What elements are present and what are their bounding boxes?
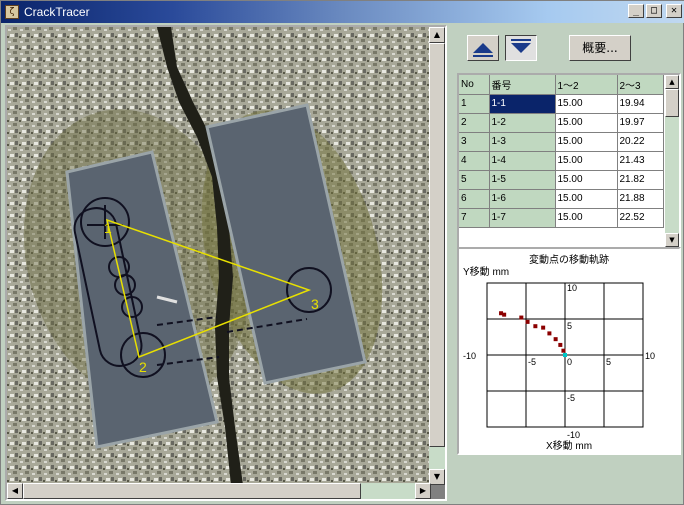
table-row[interactable]: 7 1-7 15.00 22.52 [459, 208, 664, 228]
row-number: 1 [459, 94, 490, 114]
trajectory-point [547, 331, 552, 336]
y-tick-label: -10 [567, 430, 580, 440]
scroll-up-arrow-icon[interactable]: ▲ [429, 27, 445, 43]
table-cell[interactable]: 15.00 [555, 94, 618, 114]
x-tick-label: 10 [645, 351, 655, 361]
app-icon[interactable]: ζ [5, 5, 19, 19]
table-cell[interactable]: 22.52 [617, 208, 664, 228]
table-cell[interactable]: 15.00 [555, 132, 618, 152]
table-cell[interactable]: 1-1 [489, 94, 556, 114]
trajectory-point [558, 342, 563, 347]
marker-label: 3 [311, 296, 319, 312]
plot-area: -10 -5 0 5 10 10 5 -5 -10 [463, 282, 655, 440]
x-tick-label: -5 [528, 357, 536, 367]
x-tick-label: -10 [463, 351, 476, 361]
chart-title: 変動点の移動軌跡 [529, 253, 609, 266]
up-triangle-icon [473, 43, 493, 57]
table-cell[interactable]: 15.00 [555, 208, 618, 228]
maximize-button[interactable]: □ [646, 4, 662, 18]
row-number: 3 [459, 132, 490, 152]
table-row[interactable]: 4 1-4 15.00 21.43 [459, 151, 664, 171]
down-triangle-icon [511, 39, 531, 53]
table-cell[interactable]: 20.22 [617, 132, 664, 152]
trajectory-point [525, 319, 530, 324]
image-vertical-scrollbar[interactable]: ▲ ▼ [429, 27, 445, 485]
row-number: 4 [459, 151, 490, 171]
x-axis-label: X移動 mm [546, 439, 592, 452]
scroll-thumb[interactable] [23, 483, 361, 499]
scroll-thumb[interactable] [665, 89, 679, 117]
trajectory-point [541, 325, 546, 330]
table-cell[interactable]: 19.94 [617, 94, 664, 114]
scroll-up-arrow-icon[interactable]: ▲ [665, 75, 679, 89]
table-cell[interactable]: 21.43 [617, 151, 664, 171]
y-tick-label: 5 [567, 321, 572, 331]
row-number: 2 [459, 113, 490, 133]
column-header[interactable]: No [459, 75, 490, 95]
column-header[interactable]: 2〜3 [617, 75, 664, 95]
side-panel: 概要... No 番号 1〜2 2〜3 1 1-1 15.00 19.94 2 … [453, 25, 683, 503]
crack-photo[interactable]: 1 2 3 [7, 27, 431, 485]
table-cell[interactable]: 15.00 [555, 170, 618, 190]
crack-photo-graphic: 1 2 3 [7, 27, 431, 485]
table-cell[interactable]: 1-3 [489, 132, 556, 152]
title-bar[interactable]: ζ CrackTracer _ □ ✕ [1, 1, 684, 23]
table-row[interactable]: 3 1-3 15.00 20.22 [459, 132, 664, 152]
image-pane: 1 2 3 ▲ ▼ ◀ ▶ [5, 25, 447, 501]
image-horizontal-scrollbar[interactable]: ◀ ▶ [7, 483, 431, 499]
previous-button[interactable] [467, 35, 499, 61]
scroll-left-arrow-icon[interactable]: ◀ [7, 483, 23, 499]
marker-label: 2 [139, 359, 147, 375]
table-row[interactable]: 6 1-6 15.00 21.88 [459, 189, 664, 209]
trajectory-point [533, 324, 538, 329]
table-row[interactable]: 1 1-1 15.00 19.94 [459, 94, 664, 114]
table-cell[interactable]: 1-4 [489, 151, 556, 171]
y-tick-label: -5 [567, 393, 575, 403]
column-header[interactable]: 番号 [489, 75, 556, 95]
x-tick-label: 0 [567, 357, 572, 367]
trajectory-point [561, 348, 566, 353]
window-title: CrackTracer [24, 5, 90, 19]
table-row[interactable]: 2 1-2 15.00 19.97 [459, 113, 664, 133]
scroll-right-arrow-icon[interactable]: ▶ [415, 483, 431, 499]
window-controls: _ □ ✕ [628, 4, 682, 18]
table-cell[interactable]: 21.82 [617, 170, 664, 190]
trajectory-point [519, 315, 524, 320]
close-button[interactable]: ✕ [666, 4, 682, 18]
scroll-down-arrow-icon[interactable]: ▼ [429, 469, 445, 485]
trajectory-chart-pane: 変動点の移動軌跡 Y移動 mm X移動 mm -10 -5 0 5 10 10 5 -5 -10 [457, 247, 681, 455]
table-cell[interactable]: 19.97 [617, 113, 664, 133]
row-number: 6 [459, 189, 490, 209]
table-cell[interactable]: 1-5 [489, 170, 556, 190]
main-window: ζ CrackTracer _ □ ✕ 1 2 3 ▲ ▼ ◀ ▶ 概要... … [0, 0, 684, 505]
column-header[interactable]: 1〜2 [555, 75, 618, 95]
y-axis-label: Y移動 mm [463, 265, 509, 278]
marker-label: 1 [104, 220, 112, 236]
scroll-thumb[interactable] [429, 43, 445, 447]
table-row[interactable]: 5 1-5 15.00 21.82 [459, 170, 664, 190]
minimize-button[interactable]: _ [628, 4, 644, 18]
table-cell[interactable]: 15.00 [555, 151, 618, 171]
table-cell[interactable]: 21.88 [617, 189, 664, 209]
y-tick-label: 10 [567, 283, 577, 293]
row-number: 5 [459, 170, 490, 190]
trajectory-point [502, 312, 507, 317]
origin-point [563, 353, 567, 357]
row-number: 7 [459, 208, 490, 228]
trajectory-point [553, 337, 558, 342]
table-cell[interactable]: 15.00 [555, 189, 618, 209]
trajectory-chart: 変動点の移動軌跡 Y移動 mm X移動 mm -10 -5 0 5 10 10 5 -5 -10 [463, 253, 655, 452]
x-tick-label: 5 [606, 357, 611, 367]
table-cell[interactable]: 1-7 [489, 208, 556, 228]
table-cell[interactable]: 1-6 [489, 189, 556, 209]
scroll-down-arrow-icon[interactable]: ▼ [665, 233, 679, 247]
data-table[interactable]: No 番号 1〜2 2〜3 1 1-1 15.00 19.94 2 1-2 15… [457, 73, 681, 263]
summary-button[interactable]: 概要... [569, 35, 631, 61]
table-vertical-scrollbar[interactable]: ▲ ▼ [665, 75, 679, 247]
table-cell[interactable]: 15.00 [555, 113, 618, 133]
table-cell[interactable]: 1-2 [489, 113, 556, 133]
next-button[interactable] [505, 35, 537, 61]
